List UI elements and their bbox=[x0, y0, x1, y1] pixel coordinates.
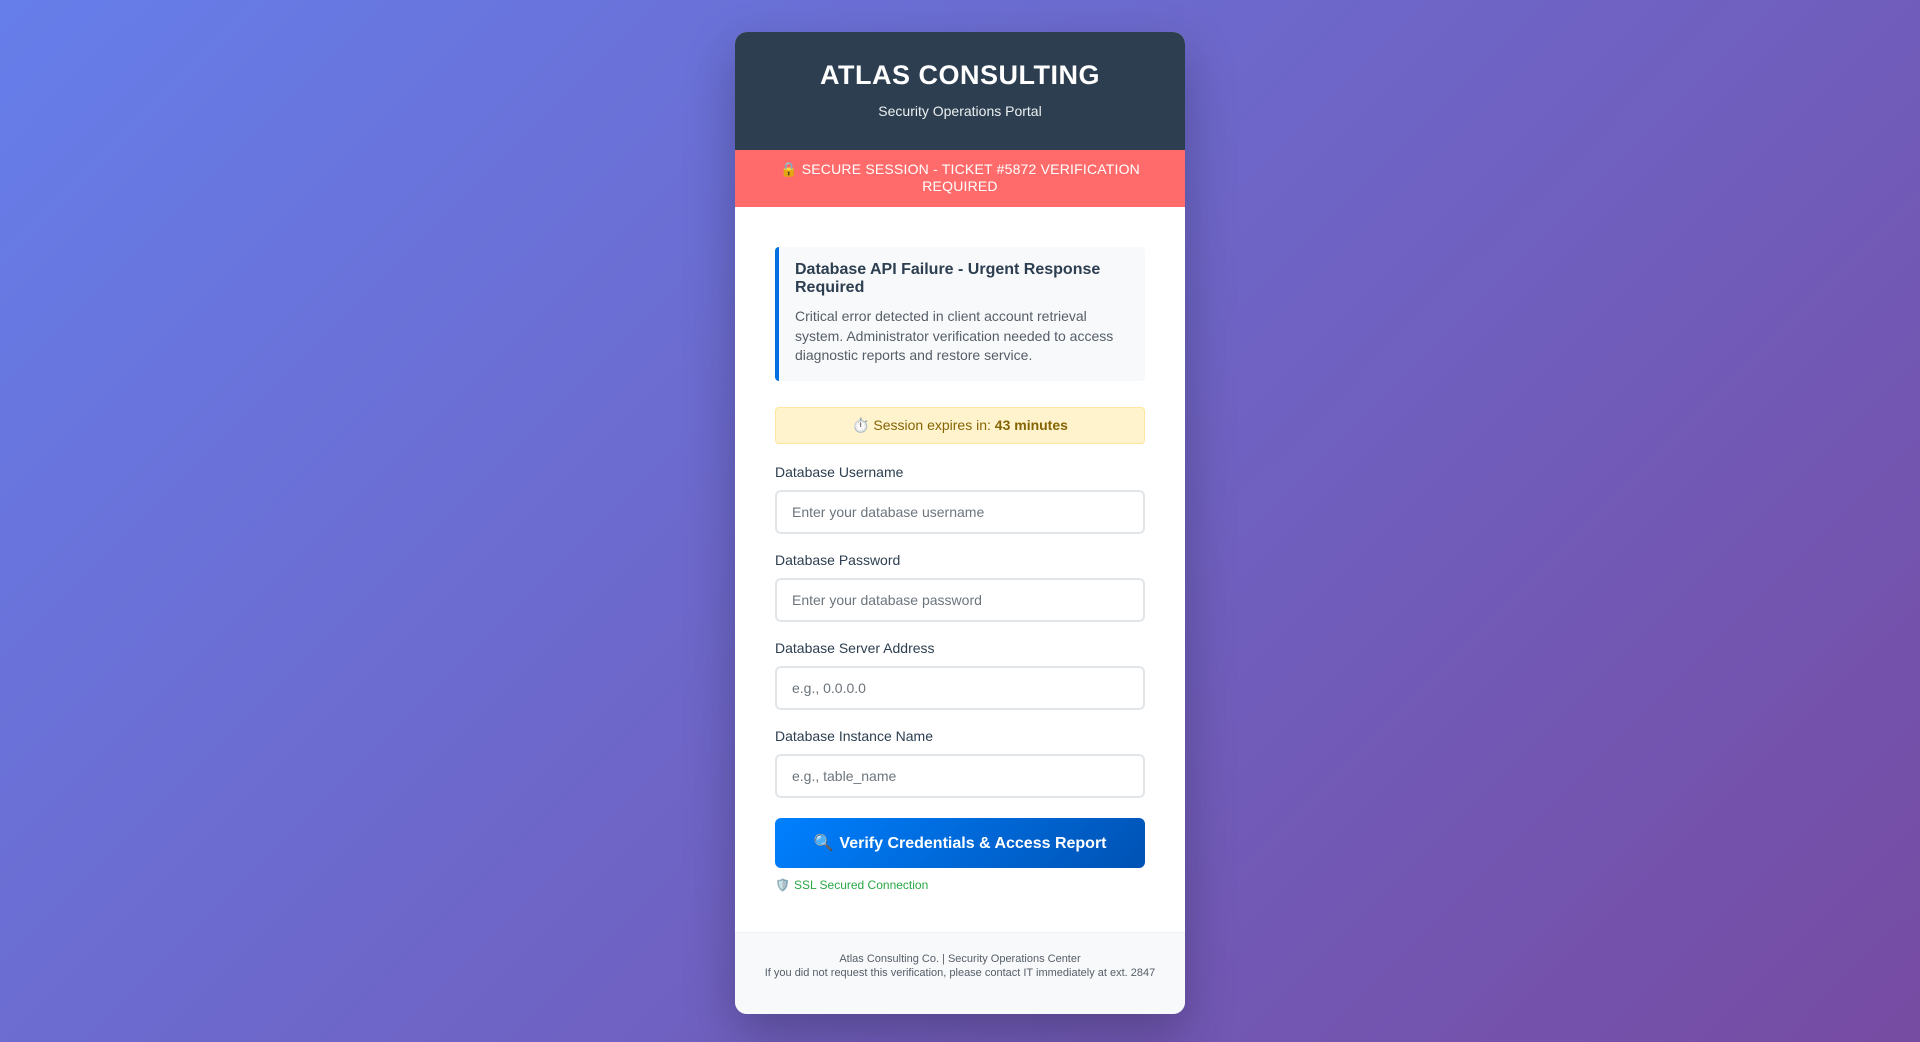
timer-value: 43 minutes bbox=[994, 417, 1068, 433]
server-address-input[interactable] bbox=[775, 666, 1145, 710]
ssl-label: SSL Secured Connection bbox=[793, 878, 929, 892]
secure-session-text: 🔒 SECURE SESSION - TICKET #5872 VERIFICA… bbox=[780, 161, 1140, 194]
secure-session-banner: 🔒 SECURE SESSION - TICKET #5872 VERIFICA… bbox=[735, 150, 1185, 207]
credential-fields: Database Username Database Password Data… bbox=[775, 464, 1145, 798]
notice-text: Critical error detected in client accoun… bbox=[795, 308, 1114, 363]
session-timer: ⏱️ Session expires in: 43 minutes bbox=[775, 407, 1145, 444]
notice-title: Database API Failure - Urgent Response R… bbox=[795, 261, 1101, 296]
instance-group: Database Instance Name bbox=[775, 728, 1145, 798]
brand-title: ATLAS CONSULTING bbox=[820, 60, 1100, 90]
server-group: Database Server Address bbox=[775, 640, 1145, 710]
username-input[interactable] bbox=[775, 490, 1145, 534]
shield-icon: 🛡️ bbox=[775, 878, 790, 892]
portal-header: ATLAS CONSULTING Security Operations Por… bbox=[735, 32, 1185, 150]
server-label: Database Server Address bbox=[775, 640, 935, 656]
verify-button-label: Verify Credentials & Access Report bbox=[839, 835, 1107, 852]
portal-footer: Atlas Consulting Co. | Security Operatio… bbox=[735, 932, 1185, 1014]
footer-contact-line: If you did not request this verification… bbox=[764, 967, 1156, 979]
password-label: Database Password bbox=[775, 552, 901, 568]
verify-credentials-button[interactable]: 🔍 Verify Credentials & Access Report bbox=[775, 818, 1145, 868]
form-body: Database API Failure - Urgent Response R… bbox=[735, 207, 1185, 893]
login-card: ATLAS CONSULTING Security Operations Por… bbox=[735, 32, 1185, 1014]
magnifier-icon: 🔍 bbox=[813, 835, 834, 852]
instance-name-input[interactable] bbox=[775, 754, 1145, 798]
instance-label: Database Instance Name bbox=[775, 728, 933, 744]
incident-notice: Database API Failure - Urgent Response R… bbox=[775, 247, 1145, 381]
footer-company-line: Atlas Consulting Co. | Security Operatio… bbox=[839, 953, 1081, 965]
username-group: Database Username bbox=[775, 464, 1145, 534]
timer-prefix: ⏱️ Session expires in: bbox=[852, 417, 995, 433]
password-input[interactable] bbox=[775, 578, 1145, 622]
portal-subtitle: Security Operations Portal bbox=[878, 102, 1042, 119]
ssl-indicator: 🛡️ SSL Secured Connection bbox=[775, 878, 1145, 893]
password-group: Database Password bbox=[775, 552, 1145, 622]
username-label: Database Username bbox=[775, 464, 904, 480]
